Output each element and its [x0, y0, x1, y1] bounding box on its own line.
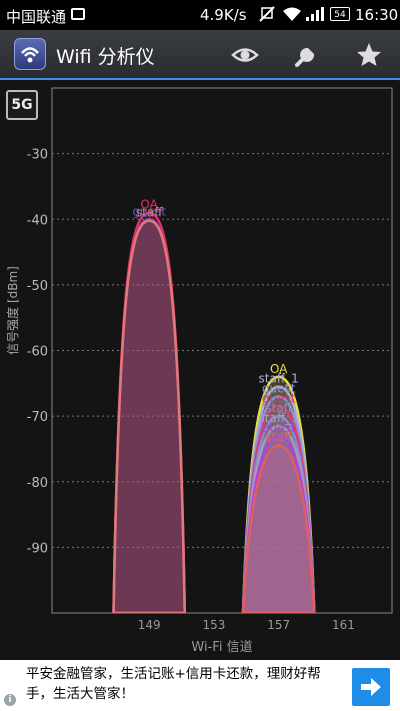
y-tick-label: -60	[27, 345, 48, 360]
app-logo-icon	[14, 38, 46, 70]
network-speed: 4.9K/s	[200, 6, 247, 24]
x-axis-label: Wi-Fi 信道	[191, 640, 252, 655]
action-bar: Wifi 分析仪	[0, 30, 400, 80]
carrier-name: 中国联通	[6, 8, 67, 26]
wifi-channel-chart: -30 -40 -50 -60 -70 -80 -90 149 153 157 161 Wi-Fi 信…	[5, 87, 393, 655]
image-icon	[71, 8, 85, 20]
ad-text: 平安金融管家，生活记账+信用卡还款，理财好帮手，生活大管家！	[26, 666, 321, 702]
y-tick-label: -70	[27, 410, 48, 425]
arrow-right-icon[interactable]	[352, 668, 390, 706]
ad-banner[interactable]: 平安金融管家，生活记账+信用卡还款，理财好帮手，生活大管家！ i	[0, 660, 400, 711]
signal-icon	[306, 7, 324, 25]
star-icon[interactable]	[354, 40, 384, 70]
y-tick-label: -50	[27, 279, 48, 294]
y-tick-label: -30	[27, 148, 48, 163]
x-tick-label: 149	[138, 618, 161, 632]
y-tick-label: -40	[27, 213, 48, 228]
y-tick-label: -80	[27, 476, 48, 491]
wrench-icon[interactable]	[292, 40, 322, 70]
battery-icon: 54	[330, 7, 350, 21]
ad-info-icon[interactable]: i	[4, 694, 16, 706]
y-axis-label: 信号强度 [dBm]	[5, 266, 20, 355]
signal-curve	[112, 219, 187, 613]
wifi-icon	[282, 6, 302, 26]
status-bar: 中国联通 4.9K/s 54 16:30	[0, 0, 400, 30]
series-label: staff	[265, 431, 292, 445]
clock: 16:30	[355, 6, 399, 24]
eye-icon[interactable]	[230, 40, 260, 70]
y-tick-label: -90	[27, 541, 48, 556]
series-label: staff	[136, 206, 163, 220]
app-title: Wifi 分析仪	[56, 46, 155, 68]
x-tick-label: 153	[202, 618, 225, 632]
x-tick-label: 161	[332, 618, 355, 632]
band-toggle-button[interactable]: 5G	[6, 90, 38, 120]
x-tick-label: 157	[267, 618, 290, 632]
mute-icon	[258, 5, 276, 27]
